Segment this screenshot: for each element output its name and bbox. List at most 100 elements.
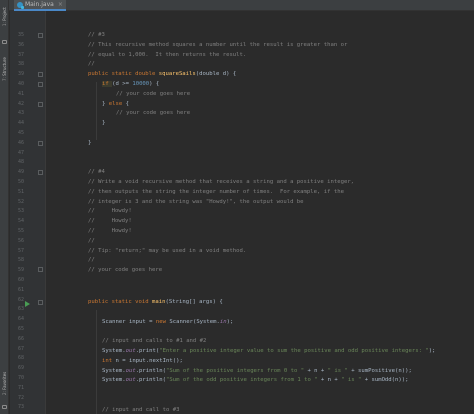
line-number: 56 <box>17 237 24 244</box>
fold-marker-icon[interactable] <box>38 82 43 87</box>
code-line-68: // input and calls to #1 and #2 <box>102 337 206 347</box>
structure-tab-label: Structure <box>2 57 7 76</box>
line-number: 40 <box>17 81 24 87</box>
code-line-38: // <box>88 60 95 70</box>
tab-label: Main.java <box>25 1 54 8</box>
line-number: 57 <box>17 247 24 254</box>
line-number: 70 <box>17 375 24 381</box>
fold-marker-icon[interactable] <box>38 72 43 77</box>
fold-marker-icon[interactable] <box>38 102 43 107</box>
line-number: 58 <box>17 257 24 264</box>
code-line-64: public static void main(String[] args) { <box>88 298 223 308</box>
code-line-37: // equal to 1,000. It then returns the r… <box>88 51 246 61</box>
string-literal: " is " <box>341 377 362 384</box>
keyword: public static double <box>88 71 159 78</box>
line-number: 38 <box>17 61 24 68</box>
code-text: + n + <box>304 367 328 374</box>
code-line-52: // then outputs the string the integer n… <box>88 188 344 198</box>
fold-marker-icon[interactable] <box>38 141 43 146</box>
code-text: (String[] args) { <box>165 299 223 305</box>
comment: // Howdy! <box>88 228 132 234</box>
line-number: 41 <box>17 90 24 97</box>
line-number: 36 <box>17 41 24 48</box>
code-text: .println( <box>135 377 166 384</box>
code-text: Scanner(System. <box>169 318 220 325</box>
comment: // #3 <box>88 32 105 38</box>
run-main-icon[interactable] <box>25 301 30 307</box>
tool-window-strip: 1: Project 7: Structure 2: Favorites <box>0 0 9 414</box>
close-icon[interactable]: × <box>58 1 63 8</box>
line-number: 37 <box>17 51 24 58</box>
string-literal: "Enter a positive integer value to sum t… <box>159 348 429 354</box>
star-icon[interactable] <box>2 405 7 409</box>
comment: // your code goes here <box>116 110 191 117</box>
line-number: 71 <box>17 384 24 391</box>
folder-icon[interactable] <box>2 40 7 44</box>
code-line-55: // Howdy! <box>88 217 132 227</box>
line-number: 52 <box>17 198 24 205</box>
fold-marker-icon[interactable] <box>38 33 43 38</box>
code-line-42: } else { <box>102 100 129 110</box>
code-line-50: // #4 <box>88 168 105 178</box>
line-number: 39 <box>17 71 24 78</box>
line-number: 53 <box>17 208 24 215</box>
line-number: 55 <box>17 228 24 234</box>
method-name: main <box>152 299 166 305</box>
code-text: (d >= <box>112 81 133 87</box>
fold-marker-icon[interactable] <box>38 300 43 305</box>
line-number: 59 <box>17 267 24 274</box>
comment: // your code goes here <box>88 267 163 274</box>
indent-guide <box>96 310 97 414</box>
keyword: else <box>108 100 126 107</box>
line-number: 48 <box>17 159 24 166</box>
code-text: } <box>102 100 109 107</box>
code-line-54: // Howdy! <box>88 207 132 217</box>
code-line-69: System.out.print("Enter a positive integ… <box>102 347 435 357</box>
comment: // then outputs the string the integer n… <box>88 188 344 195</box>
indent-guide <box>96 82 97 140</box>
comment: // your code goes here <box>116 90 191 97</box>
code-line-59: // <box>88 256 95 266</box>
line-number: 50 <box>17 179 24 185</box>
code-text: + n + <box>317 377 342 384</box>
code-line-46: } <box>88 139 91 149</box>
static-field: out <box>125 348 136 354</box>
code-line-60: // your code goes here <box>88 266 162 276</box>
code-text: Scanner input = <box>102 318 156 325</box>
fold-marker-icon[interactable] <box>38 170 43 175</box>
string-literal: " is " <box>327 367 348 374</box>
tab-main-java[interactable]: Main.java × <box>14 0 66 11</box>
code-line-58: // Tip: "return;" may be used in a void … <box>88 247 246 257</box>
fold-marker-icon[interactable] <box>38 267 43 272</box>
keyword: public static void <box>88 299 152 305</box>
code-line-66: Scanner input = new Scanner(System.in); <box>102 318 233 328</box>
line-number: 44 <box>17 120 24 127</box>
code-line-72: System.out.println("Sum of the odd posit… <box>102 376 409 386</box>
comment: // This recursive method squares a numbe… <box>88 41 348 48</box>
comment: // equal to 1,000. It then returns the r… <box>88 51 247 58</box>
static-field: out <box>125 367 136 374</box>
line-number: 42 <box>17 100 24 107</box>
line-number: 54 <box>17 218 24 225</box>
comment: // <box>88 257 95 264</box>
code-line-51: // Write a void recursive method that re… <box>88 178 354 188</box>
comment: // Howdy! <box>88 208 132 215</box>
line-number: 64 <box>17 316 24 323</box>
code-text: .println( <box>135 367 166 374</box>
comment: // Tip: "return;" may be used in a void … <box>88 247 247 254</box>
editor-tab-bar: Main.java × <box>9 0 474 11</box>
favorites-tab-number: 2: <box>2 390 7 395</box>
structure-tool-tab[interactable]: 7: Structure <box>0 48 9 90</box>
number-literal: 10000 <box>132 81 150 87</box>
line-number: 51 <box>17 188 24 195</box>
project-tool-tab[interactable]: 1: Project <box>0 2 9 32</box>
line-number: 35 <box>17 32 24 38</box>
line-number: 73 <box>17 404 24 411</box>
line-number: 66 <box>17 335 24 342</box>
favorites-tool-tab[interactable]: 2: Favorites <box>0 362 9 404</box>
code-line-56: // Howdy! <box>88 227 132 237</box>
comment: // <box>88 61 95 68</box>
comment: // #4 <box>88 169 105 176</box>
code-line-57: // <box>88 237 95 247</box>
code-text: } <box>102 120 106 127</box>
